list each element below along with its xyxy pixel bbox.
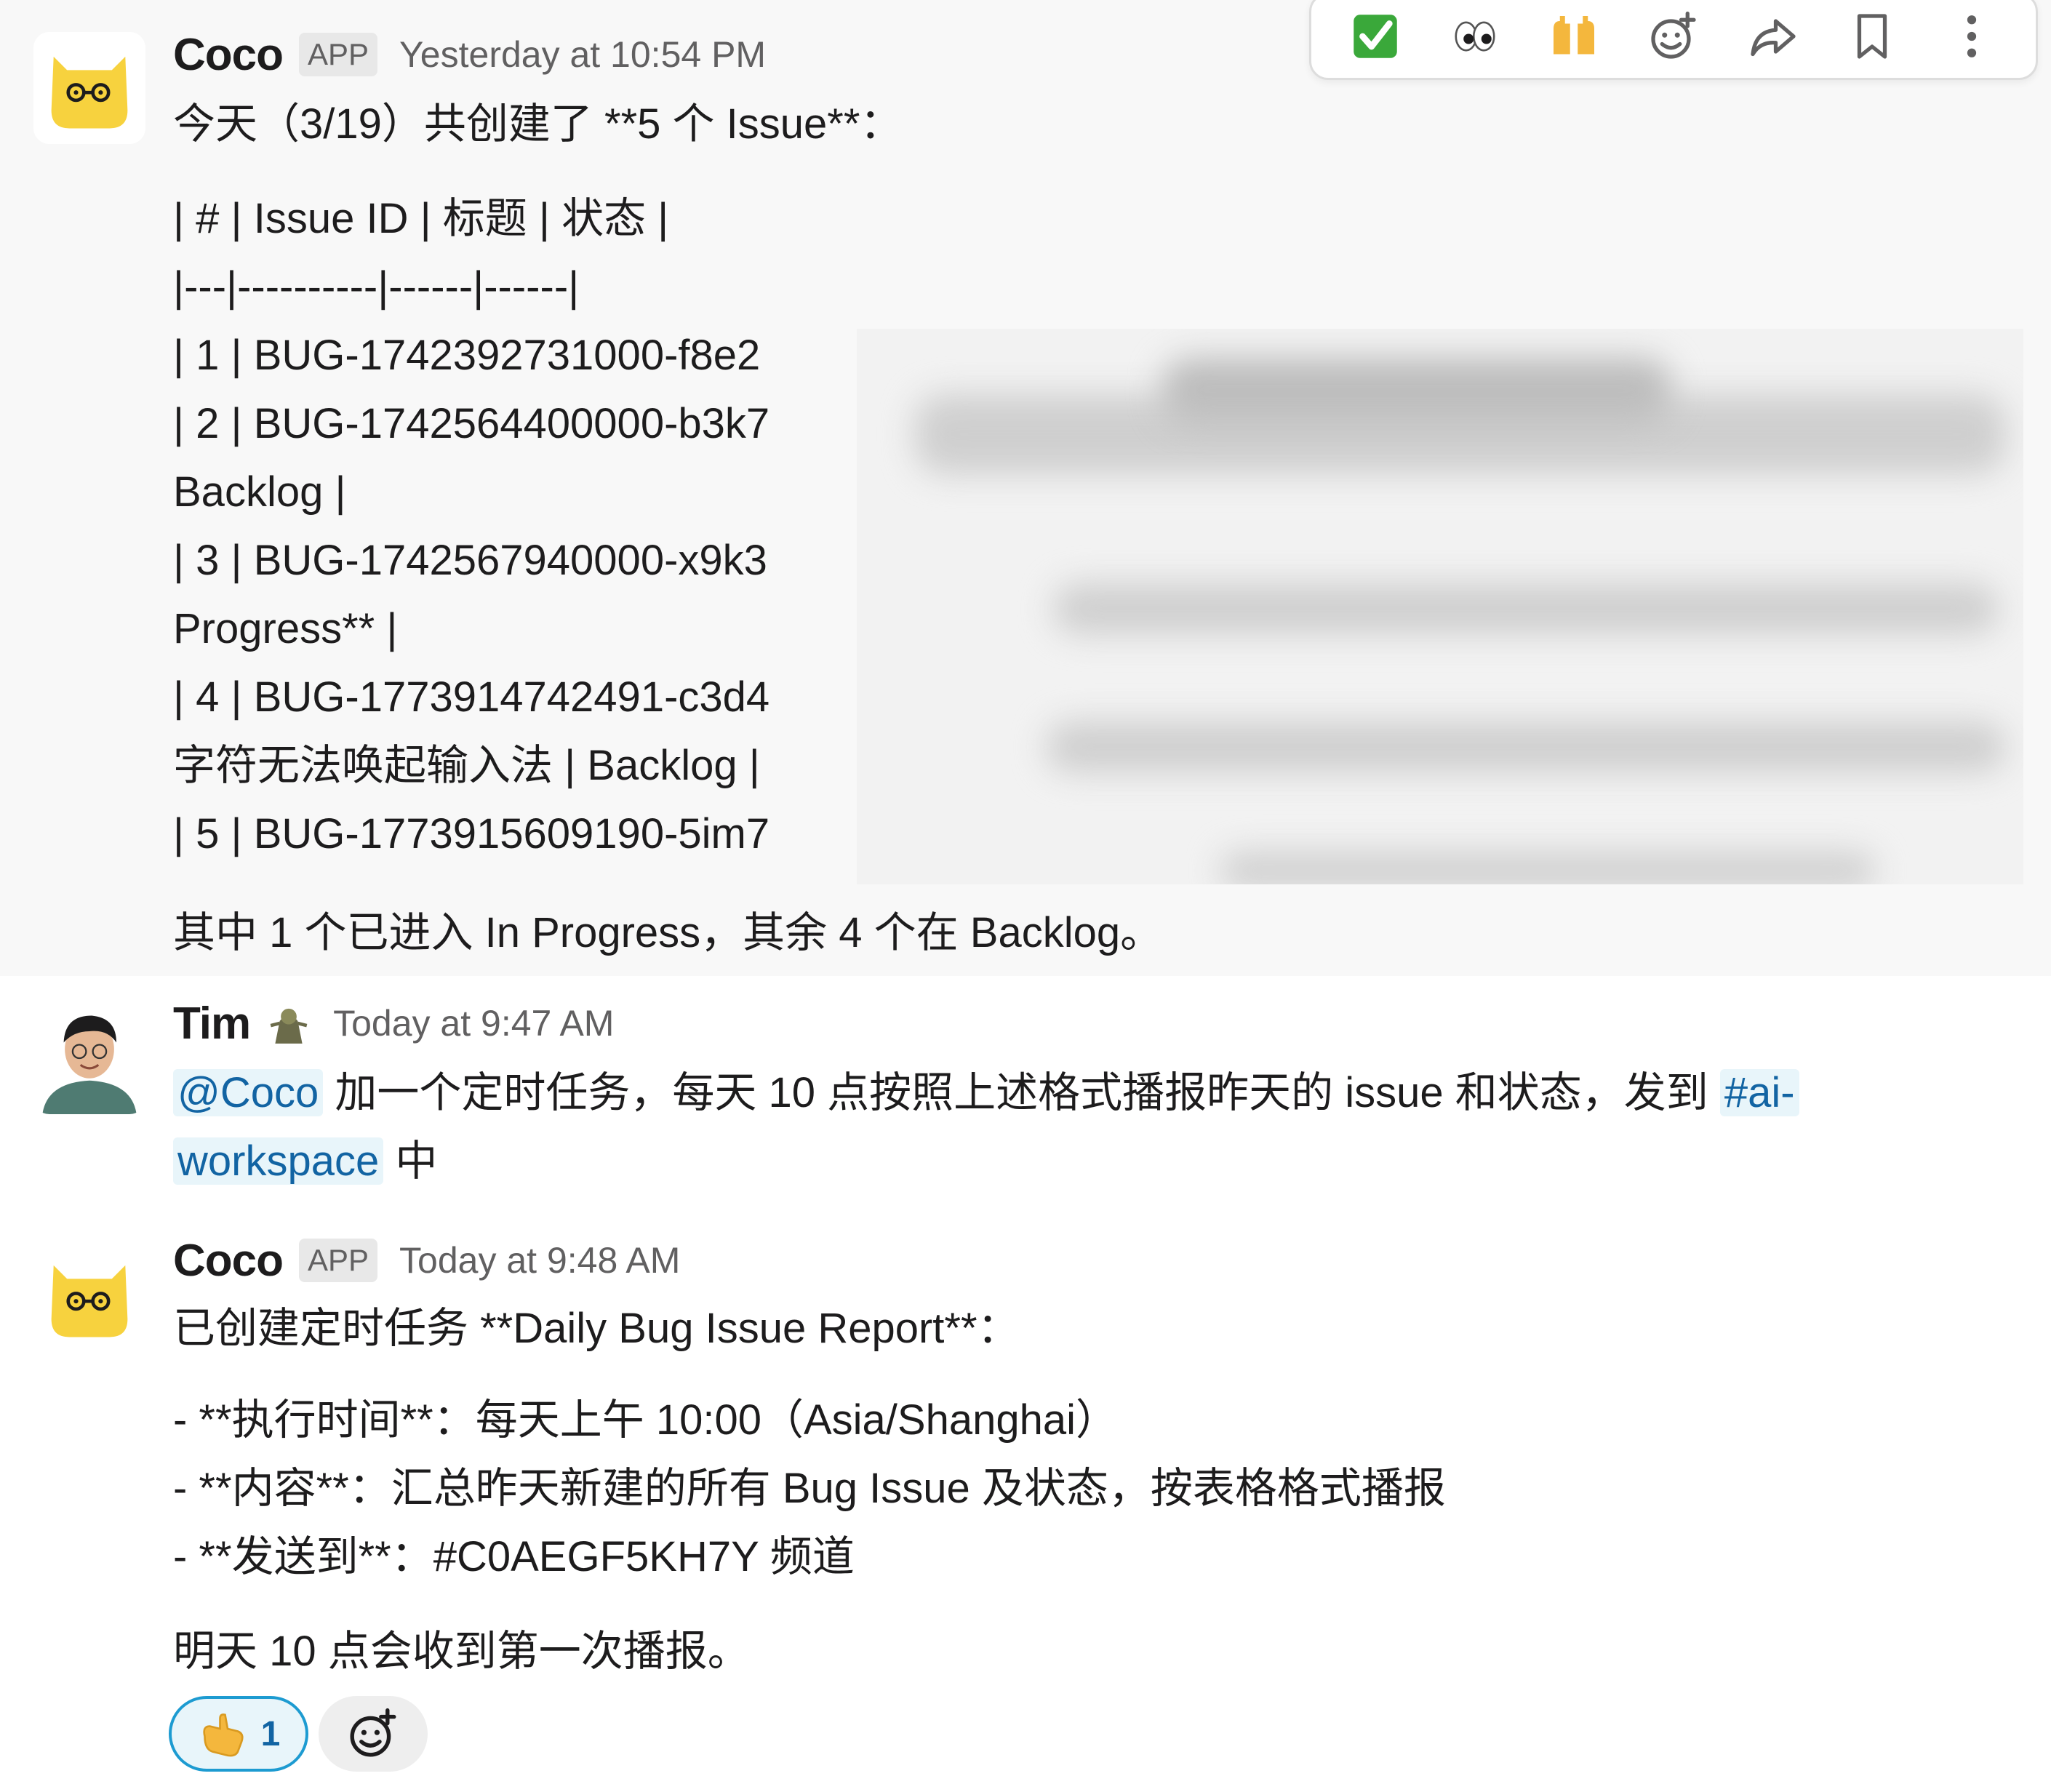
table-row-continuation: Progress** | — [173, 605, 398, 652]
coco-avatar[interactable] — [33, 32, 145, 144]
white-check-mark-icon — [1354, 15, 1398, 58]
white-check-mark-button[interactable] — [1335, 0, 1415, 76]
list-item: - **发送到**：#C0AEGF5KH7Y 频道 — [173, 1533, 855, 1580]
sender-name[interactable]: Coco — [173, 1235, 284, 1287]
channel-link[interactable]: #ai- — [1719, 1069, 1799, 1116]
message-text: 中 — [383, 1137, 438, 1185]
message-line: 今天（3/19）共创建了 **5 个 Issue**： — [173, 100, 903, 148]
timestamp[interactable]: Today at 9:47 AM — [333, 1002, 614, 1044]
table-row-continuation: 字符无法唤起输入法 | Backlog | — [173, 742, 760, 789]
add-reaction-icon — [1651, 11, 1696, 59]
bookmark-button[interactable] — [1832, 0, 1912, 76]
message-tim[interactable]: Tim Today at 9:47 AM @Coco 加一个定时任务，每天 10… — [0, 976, 2051, 1209]
channel-link-continued[interactable]: workspace — [173, 1137, 384, 1185]
status-emoji-icon — [266, 1001, 311, 1046]
raised-hands-icon — [1554, 16, 1595, 55]
bookmark-icon — [1857, 14, 1887, 59]
sender-name[interactable]: Coco — [173, 29, 284, 81]
share-button[interactable] — [1733, 0, 1813, 76]
message-header: Tim Today at 9:47 AM — [173, 998, 614, 1049]
sender-name[interactable]: Tim — [173, 998, 251, 1049]
message-coco-yesterday[interactable]: Coco APP Yesterday at 10:54 PM 今天（3/19）共… — [0, 0, 2051, 976]
message-header: Coco APP Yesterday at 10:54 PM — [173, 29, 766, 80]
call-me-hand-reaction[interactable]: 1 — [169, 1696, 308, 1772]
coco-avatar-image — [33, 1241, 145, 1353]
call-me-hand-icon — [202, 1713, 244, 1757]
table-row: | 2 | BUG-1742564400000-b3k7 — [173, 400, 770, 447]
share-icon — [1750, 19, 1796, 57]
timestamp[interactable]: Today at 9:48 AM — [399, 1239, 680, 1281]
message-line: 明天 10 点会收到第一次播报。 — [173, 1628, 750, 1675]
table-row: | 1 | BUG-1742392731000-f8e2 — [173, 332, 761, 379]
tim-avatar[interactable] — [33, 1002, 145, 1114]
app-badge: APP — [299, 1239, 378, 1282]
more-actions-button[interactable] — [1932, 0, 2012, 76]
message-actions-toolbar — [1309, 0, 2038, 80]
raised-hands-button[interactable] — [1534, 0, 1614, 76]
user-mention[interactable]: @Coco — [173, 1069, 324, 1116]
table-row: | 5 | BUG-1773915609190-5im7 — [173, 810, 770, 857]
message-text: 加一个定时任务，每天 10 点按照上述格式播报昨天的 issue 和状态，发到 — [323, 1069, 1720, 1116]
coco-avatar-image — [33, 32, 145, 144]
tim-avatar-image — [33, 1002, 145, 1114]
table-row: | 3 | BUG-1742567940000-x9k3 — [173, 537, 767, 584]
table-row-continuation: Backlog | — [173, 468, 346, 516]
add-reaction-button[interactable] — [319, 1696, 428, 1772]
table-separator-line: |---|----------|------|------| — [173, 263, 580, 311]
list-item: - **执行时间**：每天上午 10:00（Asia/Shanghai） — [173, 1396, 1119, 1444]
more-actions-icon — [1967, 15, 1976, 57]
message-header: Coco APP Today at 9:48 AM — [173, 1235, 680, 1286]
list-item: - **内容**：汇总昨天新建的所有 Bug Issue 及状态，按表格格式播报 — [173, 1465, 1446, 1512]
coco-avatar[interactable] — [33, 1241, 145, 1353]
message-line: @Coco 加一个定时任务，每天 10 点按照上述格式播报昨天的 issue 和… — [173, 1059, 1799, 1127]
message-line: 已创建定时任务 **Daily Bug Issue Report**： — [173, 1305, 1020, 1352]
message-line: workspace 中 — [173, 1127, 437, 1196]
table-header-line: | # | Issue ID | 标题 | 状态 | — [173, 195, 669, 242]
app-badge: APP — [299, 33, 378, 76]
summary-line: 其中 1 个已进入 In Progress，其余 4 个在 Backlog。 — [173, 909, 1163, 956]
reactions-bar: 1 — [169, 1696, 428, 1772]
redacted-region — [857, 329, 2023, 884]
add-reaction-button[interactable] — [1634, 0, 1714, 76]
eyes-icon — [1455, 21, 1495, 52]
timestamp[interactable]: Yesterday at 10:54 PM — [399, 33, 766, 76]
table-row: | 4 | BUG-1773914742491-c3d4 — [173, 673, 770, 721]
reaction-count: 1 — [260, 1714, 281, 1753]
add-reaction-icon — [350, 1708, 396, 1757]
eyes-button[interactable] — [1435, 0, 1515, 76]
